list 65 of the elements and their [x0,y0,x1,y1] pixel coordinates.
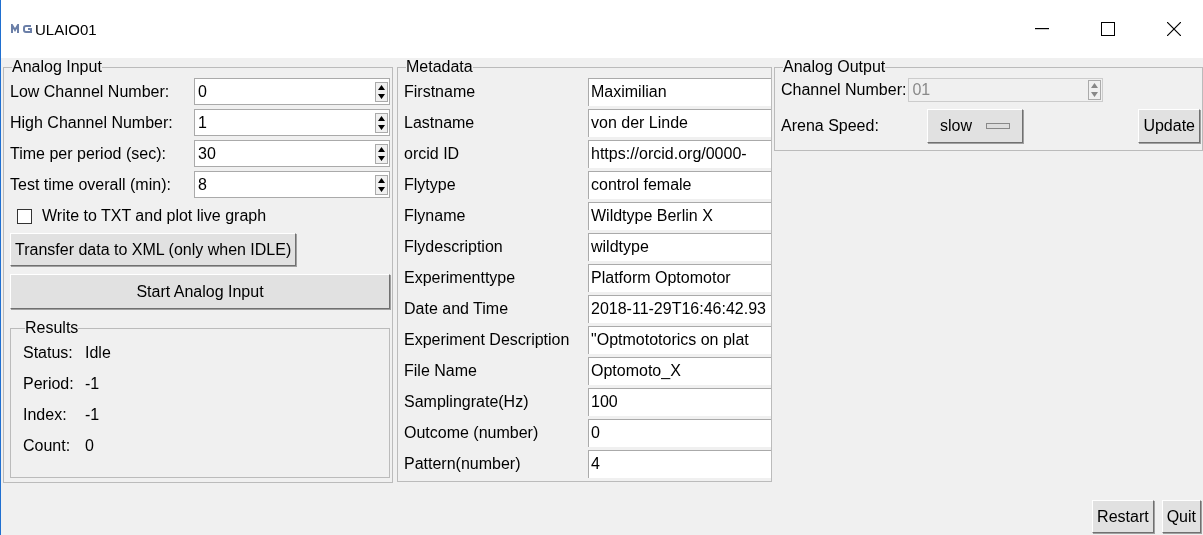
field-label: Test time overall (min): [10,175,172,194]
input-field[interactable]: Maximilian [588,77,771,106]
result-label: Index: [23,405,68,424]
panel-title: Analog Input [12,58,102,76]
input-field[interactable]: "Optmototorics on plat [588,325,771,354]
minimize-icon[interactable] [1035,28,1049,30]
result-value: -1 [85,405,100,424]
field-label: Samplingrate(Hz) [404,392,530,411]
spin-field[interactable]: 30 [194,140,390,167]
spin-arrows-icon[interactable] [375,81,388,102]
panel-title: Results [25,319,79,337]
field-label: File Name [404,361,478,380]
spin-field[interactable]: 1 [194,109,390,136]
input-field[interactable]: 2018-11-29T16:46:42.93 [588,294,771,323]
result-label: Period: [23,374,75,393]
input-field[interactable]: control female [588,170,771,199]
field-label: Date and Time [404,299,510,318]
spin-arrows-icon[interactable] [375,174,388,195]
panel-title: Metadata [406,58,473,76]
field-label: High Channel Number: [10,113,174,132]
action-button[interactable]: Restart [1092,500,1154,533]
field-label: Flytype [404,175,457,194]
spin-arrows-icon[interactable] [375,143,388,164]
result-value: 0 [85,436,94,455]
transfer-button[interactable]: Transfer data to XML (only when IDLE) [10,233,297,266]
spin-field[interactable]: 8 [194,171,390,198]
checkbox-label: Write to TXT and plot live graph [42,207,267,225]
input-field[interactable]: 100 [588,387,771,416]
input-field[interactable]: 4 [588,449,771,478]
field-label: orcid ID [404,144,461,163]
field-label: Channel Number: [781,81,907,99]
result-value: -1 [85,374,100,393]
result-value: Idle [85,343,111,362]
input-field[interactable]: wildtype [588,232,771,261]
input-field[interactable]: Platform Optomotor [588,263,771,292]
close-icon[interactable] [1167,22,1181,36]
maximize-icon[interactable] [1101,22,1115,36]
speed-dropdown[interactable]: slow [927,109,1023,143]
input-field[interactable]: Wildtype Berlin X [588,201,771,230]
field-label: Flydescription [404,237,504,256]
field-label: Lastname [404,113,476,132]
input-field[interactable]: https://orcid.org/0000- [588,139,771,168]
checkbox[interactable] [17,208,32,224]
result-label: Count: [23,436,72,455]
result-label: Status: [23,343,74,362]
action-button[interactable]: Quit [1161,500,1201,533]
spin-arrows-icon[interactable] [375,112,388,133]
field-label: Low Channel Number: [10,82,171,101]
input-field[interactable]: Optomoto_X [588,356,771,385]
field-label: Pattern(number) [404,454,522,473]
field-label: Flyname [404,206,467,225]
input-field[interactable]: von der Linde [588,108,771,137]
field-label: Time per period (sec): [10,144,167,163]
spin-field[interactable]: 0 [194,78,390,105]
window-title: ULAIO01 [35,20,97,38]
field-label: Firstname [404,82,477,101]
field-label: Outcome (number) [404,423,540,442]
field-label: Arena Speed: [781,117,880,135]
field-label: Experiment Description [404,330,571,349]
logo-icon [11,24,33,34]
input-field[interactable]: 0 [588,418,771,447]
update-button[interactable]: Update [1138,109,1200,143]
field-label: Experimenttype [404,268,517,287]
panel-title: Analog Output [783,58,886,76]
start-button[interactable]: Start Analog Input [10,274,390,309]
